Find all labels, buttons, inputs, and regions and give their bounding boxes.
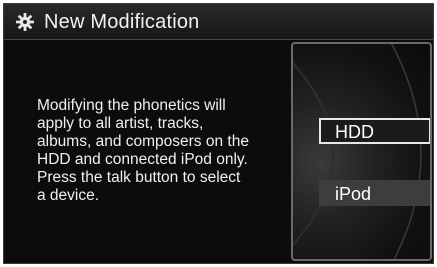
option-hdd[interactable]: HDD [319, 118, 430, 144]
instruction-message: Modifying the phonetics will apply to al… [37, 97, 249, 204]
title-bar: New Modification [4, 4, 433, 40]
navigation-screen: New Modification Modifying the phonetics… [3, 3, 434, 264]
gear-icon [16, 13, 34, 31]
decorative-arc [293, 44, 422, 259]
page-title: New Modification [44, 11, 200, 33]
device-selection-panel: HDD iPod [291, 42, 432, 261]
option-ipod[interactable]: iPod [319, 180, 430, 206]
